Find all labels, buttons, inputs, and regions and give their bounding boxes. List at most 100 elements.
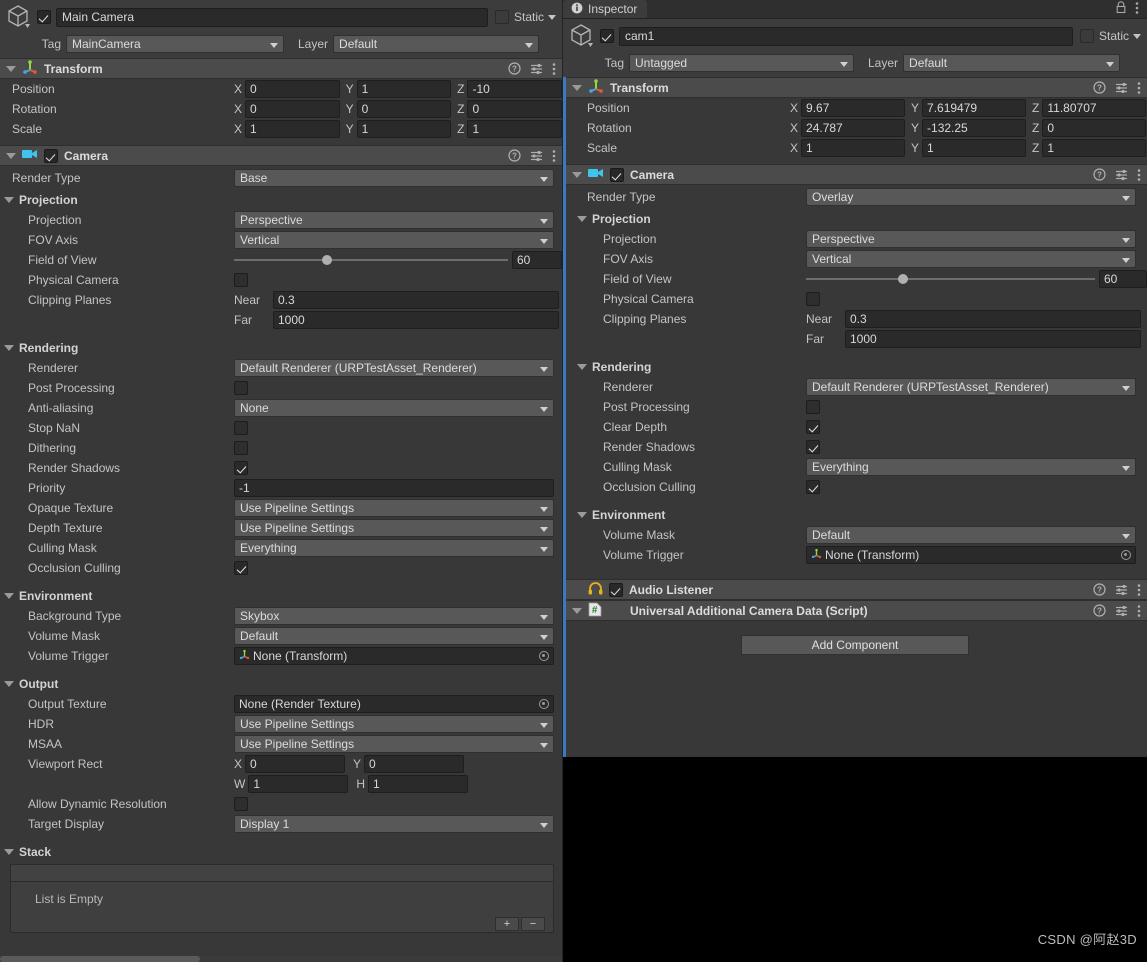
left-renderer-dropdown[interactable]: Default Renderer (URPTestAsset_Renderer) [234,359,554,377]
right-camera-header[interactable]: Camera ? [566,164,1147,185]
right-position-y-input[interactable]: 7.619479 [922,99,1027,117]
right-render-type-dropdown[interactable]: Overlay [806,188,1136,206]
left-position-y-input[interactable]: 1 [356,80,452,98]
right-tag-dropdown[interactable]: Untagged [629,54,854,72]
right-position-x-input[interactable]: 9.67 [801,99,906,117]
right-camera-help-icon[interactable]: ? [1093,168,1106,181]
left-tag-dropdown[interactable]: MainCamera [66,35,284,53]
left-output-texture-objectfield[interactable]: None (Render Texture) [234,695,554,713]
left-horizontal-scrollbar[interactable] [0,956,562,962]
right-rendering-foldout-icon[interactable] [577,364,587,370]
left-rotation-z-input[interactable]: 0 [467,100,562,118]
right-fov-value-input[interactable]: 60 [1099,270,1147,288]
left-scale-y-input[interactable]: 1 [356,120,452,138]
left-dithering-checkbox[interactable] [234,441,248,455]
left-rendering-section[interactable]: Rendering [0,338,562,358]
left-transform-preset-icon[interactable] [530,62,543,75]
left-position-x-input[interactable]: 0 [245,80,340,98]
right-transform-preset-icon[interactable] [1115,81,1128,94]
left-stack-foldout-icon[interactable] [4,849,14,855]
right-transform-menu-icon[interactable] [1137,81,1141,95]
left-camera-menu-icon[interactable] [552,149,556,163]
left-background-type-dropdown[interactable]: Skybox [234,607,554,625]
right-static-dropdown-caret-icon[interactable] [1133,33,1141,39]
right-projection-dropdown[interactable]: Perspective [806,230,1136,248]
left-output-texture-picker-icon[interactable] [539,699,549,709]
right-clear-depth-checkbox[interactable] [806,420,820,434]
right-environment-section[interactable]: Environment [563,505,1147,525]
left-environment-section[interactable]: Environment [0,586,562,606]
left-msaa-dropdown[interactable]: Use Pipeline Settings [234,735,554,753]
left-camera-help-icon[interactable]: ? [508,149,521,162]
left-stack-section[interactable]: Stack [0,842,562,862]
inspector-menu-icon[interactable] [1135,1,1139,18]
left-stack-remove-button[interactable]: − [521,917,545,931]
left-output-foldout-icon[interactable] [4,681,14,687]
left-near-input[interactable]: 0.3 [273,291,559,309]
left-camera-foldout-icon[interactable] [6,152,16,159]
left-culling-mask-dropdown[interactable]: Everything [234,539,554,557]
left-projection-foldout-icon[interactable] [4,197,14,203]
left-volume-trigger-picker-icon[interactable] [539,651,549,661]
left-object-name-input[interactable] [56,7,488,27]
right-audio-listener-preset-icon[interactable] [1115,583,1128,596]
left-allow-dynamic-resolution-checkbox[interactable] [234,797,248,811]
left-rotation-y-input[interactable]: 0 [356,100,452,118]
right-script-help-icon[interactable]: ? [1093,604,1106,617]
right-near-input[interactable]: 0.3 [845,310,1141,328]
right-audio-listener-enabled-checkbox[interactable] [609,582,623,597]
right-projection-section[interactable]: Projection [563,209,1147,229]
right-rendering-section[interactable]: Rendering [563,357,1147,377]
left-opaque-texture-dropdown[interactable]: Use Pipeline Settings [234,499,554,517]
left-occlusion-culling-checkbox[interactable] [234,561,248,575]
left-volume-trigger-objectfield[interactable]: None (Transform) [234,647,554,665]
left-camera-enabled-checkbox[interactable] [44,148,58,163]
right-audio-listener-header[interactable]: Audio Listener ? [566,579,1147,600]
left-environment-foldout-icon[interactable] [4,593,14,599]
right-audio-listener-help-icon[interactable]: ? [1093,583,1106,596]
left-layer-dropdown[interactable]: Default [333,35,540,53]
right-transform-foldout-icon[interactable] [572,84,582,91]
right-physical-camera-checkbox[interactable] [806,292,820,306]
left-scrollbar-thumb[interactable] [0,956,200,962]
right-static-checkbox[interactable] [1079,29,1094,43]
right-rotation-y-input[interactable]: -132.25 [922,119,1027,137]
right-camera-foldout-icon[interactable] [572,171,582,178]
right-scale-z-input[interactable]: 1 [1042,139,1147,157]
right-script-preset-icon[interactable] [1115,604,1128,617]
left-viewport-h-input[interactable]: 1 [368,775,468,793]
right-script-menu-icon[interactable] [1137,604,1141,618]
right-scale-x-input[interactable]: 1 [801,139,906,157]
left-position-z-input[interactable]: -10 [467,80,562,98]
right-transform-header[interactable]: Transform ? [566,77,1147,98]
left-object-enabled-checkbox[interactable] [37,10,51,24]
right-object-enabled-checkbox[interactable] [600,29,614,43]
right-rotation-x-input[interactable]: 24.787 [801,119,906,137]
lock-icon[interactable] [1115,1,1127,17]
right-volume-mask-dropdown[interactable]: Default [806,526,1136,544]
right-render-shadows-checkbox[interactable] [806,440,820,454]
right-script-component-header[interactable]: # Universal Additional Camera Data (Scri… [566,600,1147,621]
right-scale-y-input[interactable]: 1 [922,139,1027,157]
right-camera-preset-icon[interactable] [1115,168,1128,181]
left-priority-input[interactable]: -1 [234,479,554,497]
left-physical-camera-checkbox[interactable] [234,273,248,287]
left-target-display-dropdown[interactable]: Display 1 [234,815,554,833]
right-occlusion-culling-checkbox[interactable] [806,480,820,494]
right-transform-help-icon[interactable]: ? [1093,81,1106,94]
right-camera-menu-icon[interactable] [1137,168,1141,182]
left-stop-nan-checkbox[interactable] [234,421,248,435]
right-far-input[interactable]: 1000 [845,330,1141,348]
left-camera-header[interactable]: Camera ? [0,145,562,166]
right-script-foldout-icon[interactable] [572,607,582,614]
left-scale-z-input[interactable]: 1 [467,120,562,138]
right-culling-mask-dropdown[interactable]: Everything [806,458,1136,476]
left-viewport-y-input[interactable]: 0 [364,755,465,773]
left-static-checkbox[interactable] [494,10,509,24]
right-volume-trigger-picker-icon[interactable] [1121,550,1131,560]
left-anti-aliasing-dropdown[interactable]: None [234,399,554,417]
left-viewport-x-input[interactable]: 0 [245,755,346,773]
left-transform-header[interactable]: Transform ? [0,58,562,79]
left-post-processing-checkbox[interactable] [234,381,248,395]
left-render-shadows-checkbox[interactable] [234,461,248,475]
